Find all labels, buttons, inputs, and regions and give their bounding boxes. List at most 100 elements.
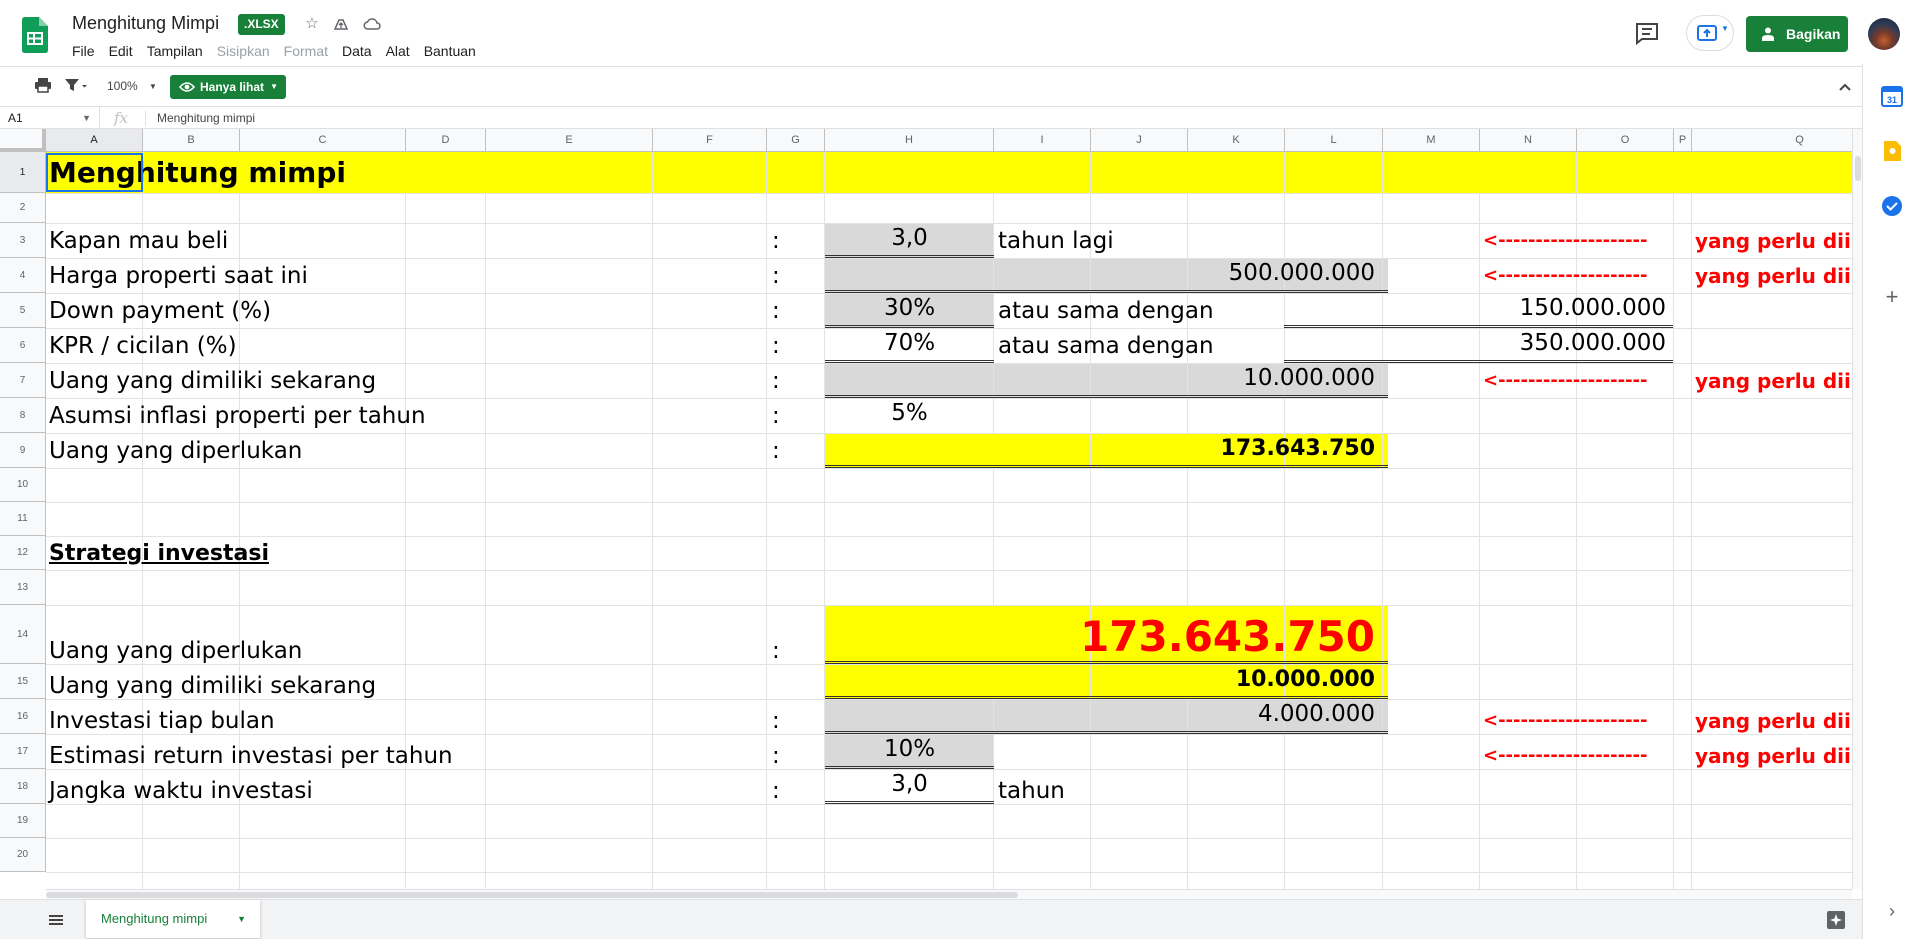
chevron-right-icon[interactable]: › bbox=[1881, 900, 1903, 922]
name-box[interactable]: A1 ▼ bbox=[0, 107, 100, 129]
filter-icon[interactable] bbox=[64, 77, 88, 97]
zoom-select[interactable]: 100% bbox=[107, 79, 138, 93]
zoom-chevron-icon[interactable]: ▼ bbox=[149, 77, 157, 97]
row-header[interactable]: 15 bbox=[0, 664, 46, 699]
row-header[interactable]: 13 bbox=[0, 570, 46, 605]
spreadsheet-grid: A B C D E F G H I J K L M N O P Q 1 2 3 … bbox=[0, 129, 1852, 889]
star-icon[interactable]: ☆ bbox=[302, 14, 322, 34]
monthly-investment-value[interactable]: 4.000.000 bbox=[825, 700, 1375, 728]
calendar-icon[interactable]: 31 bbox=[1881, 85, 1903, 107]
column-header[interactable]: L bbox=[1285, 129, 1383, 152]
down-payment-amount[interactable]: 150.000.000 bbox=[1284, 294, 1666, 322]
current-money-value[interactable]: 10.000.000 bbox=[825, 364, 1375, 392]
all-sheets-menu-icon[interactable] bbox=[48, 912, 64, 928]
row-header[interactable]: 8 bbox=[0, 398, 46, 433]
menu-edit[interactable]: Edit bbox=[109, 41, 133, 61]
spreadsheet-app: Menghitung Mimpi .XLSX ☆ File Edit Tampi… bbox=[0, 0, 1920, 939]
property-price-value[interactable]: 500.000.000 bbox=[825, 259, 1375, 287]
column-header[interactable]: H bbox=[825, 129, 994, 152]
row-header[interactable]: 1 bbox=[0, 152, 46, 193]
column-header[interactable]: F bbox=[653, 129, 767, 152]
row-header[interactable]: 4 bbox=[0, 258, 46, 293]
row-header[interactable]: 11 bbox=[0, 502, 46, 536]
label-monthly-investment: Investasi tiap bulan bbox=[49, 708, 275, 734]
column-header[interactable]: P bbox=[1674, 129, 1692, 152]
row-header[interactable]: 18 bbox=[0, 769, 46, 804]
row-header[interactable]: 7 bbox=[0, 363, 46, 398]
view-only-button[interactable]: Hanya lihat ▼ bbox=[170, 75, 286, 99]
menu-insert[interactable]: Sisipkan bbox=[217, 41, 270, 61]
account-avatar[interactable] bbox=[1868, 18, 1900, 50]
cells-area[interactable]: Menghitung mimpi Kapan mau beli Harga pr… bbox=[46, 152, 1852, 889]
row-header[interactable]: 12 bbox=[0, 536, 46, 570]
horizontal-scrollbar[interactable] bbox=[46, 889, 1852, 899]
add-addon-icon[interactable]: + bbox=[1881, 286, 1903, 308]
vertical-scrollbar[interactable] bbox=[1852, 129, 1862, 889]
column-header[interactable]: K bbox=[1188, 129, 1285, 152]
document-title[interactable]: Menghitung Mimpi bbox=[72, 13, 219, 34]
inflation-value[interactable]: 5% bbox=[825, 399, 994, 427]
return-estimate-value[interactable]: 10% bbox=[825, 735, 994, 763]
column-header[interactable]: J bbox=[1091, 129, 1188, 152]
column-header[interactable]: C bbox=[240, 129, 406, 152]
row-header[interactable]: 16 bbox=[0, 699, 46, 734]
label-money-needed: Uang yang diperlukan bbox=[49, 638, 303, 664]
money-needed-value[interactable]: 173.643.750 bbox=[825, 435, 1375, 463]
sheet-tab[interactable]: Menghitung mimpi ▼ bbox=[86, 900, 260, 938]
column-header[interactable]: N bbox=[1480, 129, 1577, 152]
move-to-drive-icon[interactable] bbox=[331, 14, 351, 34]
explore-icon[interactable] bbox=[1826, 910, 1846, 930]
label-money-needed: Uang yang diperlukan bbox=[49, 438, 303, 464]
menu-view[interactable]: Tampilan bbox=[147, 41, 203, 61]
scrollbar-thumb[interactable] bbox=[46, 892, 1018, 898]
column-header[interactable]: A bbox=[46, 129, 143, 152]
person-icon bbox=[1762, 27, 1774, 41]
menu-file[interactable]: File bbox=[72, 41, 95, 61]
colon: : bbox=[772, 708, 780, 734]
present-button[interactable]: ▼ bbox=[1686, 15, 1734, 51]
investment-period-value[interactable]: 3,0 bbox=[825, 770, 994, 798]
row-header[interactable]: 14 bbox=[0, 605, 46, 664]
column-header[interactable]: O bbox=[1577, 129, 1674, 152]
row-header[interactable]: 20 bbox=[0, 838, 46, 872]
column-header[interactable]: G bbox=[767, 129, 825, 152]
row-header[interactable]: 3 bbox=[0, 223, 46, 258]
column-header[interactable]: D bbox=[406, 129, 486, 152]
money-needed-big-value[interactable]: 173.643.750 bbox=[825, 614, 1375, 660]
sheets-logo-icon[interactable] bbox=[22, 17, 48, 53]
formula-input[interactable]: Menghitung mimpi bbox=[157, 107, 255, 129]
menu-tools[interactable]: Alat bbox=[386, 41, 410, 61]
column-header[interactable]: M bbox=[1383, 129, 1480, 152]
comment-history-icon[interactable] bbox=[1634, 20, 1660, 46]
print-icon[interactable] bbox=[34, 77, 52, 97]
select-all-corner[interactable] bbox=[0, 129, 46, 152]
share-button[interactable]: Bagikan bbox=[1746, 16, 1848, 52]
row-header[interactable]: 6 bbox=[0, 328, 46, 363]
column-header[interactable]: B bbox=[143, 129, 240, 152]
mortgage-percent[interactable]: 70% bbox=[825, 329, 994, 357]
row-header[interactable]: 9 bbox=[0, 433, 46, 468]
years-until-purchase[interactable]: 3,0 bbox=[825, 224, 994, 252]
label-investment-period: Jangka waktu investasi bbox=[49, 778, 313, 804]
menu-data[interactable]: Data bbox=[342, 41, 372, 61]
scrollbar-thumb[interactable] bbox=[1855, 156, 1861, 181]
collapse-menus-icon[interactable] bbox=[1835, 77, 1855, 97]
mortgage-amount[interactable]: 350.000.000 bbox=[1284, 329, 1666, 357]
current-money-value[interactable]: 10.000.000 bbox=[825, 666, 1375, 694]
row-header[interactable]: 10 bbox=[0, 468, 46, 502]
tasks-icon[interactable] bbox=[1881, 195, 1903, 217]
menu-help[interactable]: Bantuan bbox=[424, 41, 476, 61]
row-header[interactable]: 5 bbox=[0, 293, 46, 328]
row-header[interactable]: 19 bbox=[0, 804, 46, 838]
cloud-status-icon[interactable] bbox=[362, 14, 382, 34]
colon: : bbox=[772, 228, 780, 254]
column-header[interactable]: E bbox=[486, 129, 653, 152]
column-header[interactable]: I bbox=[994, 129, 1091, 152]
chevron-down-icon: ▼ bbox=[270, 82, 278, 91]
keep-icon[interactable] bbox=[1881, 140, 1903, 162]
row-header[interactable]: 17 bbox=[0, 734, 46, 769]
column-header[interactable]: Q bbox=[1692, 129, 1852, 152]
down-payment-percent[interactable]: 30% bbox=[825, 294, 994, 322]
menu-format[interactable]: Format bbox=[284, 41, 328, 61]
row-header[interactable]: 2 bbox=[0, 193, 46, 223]
